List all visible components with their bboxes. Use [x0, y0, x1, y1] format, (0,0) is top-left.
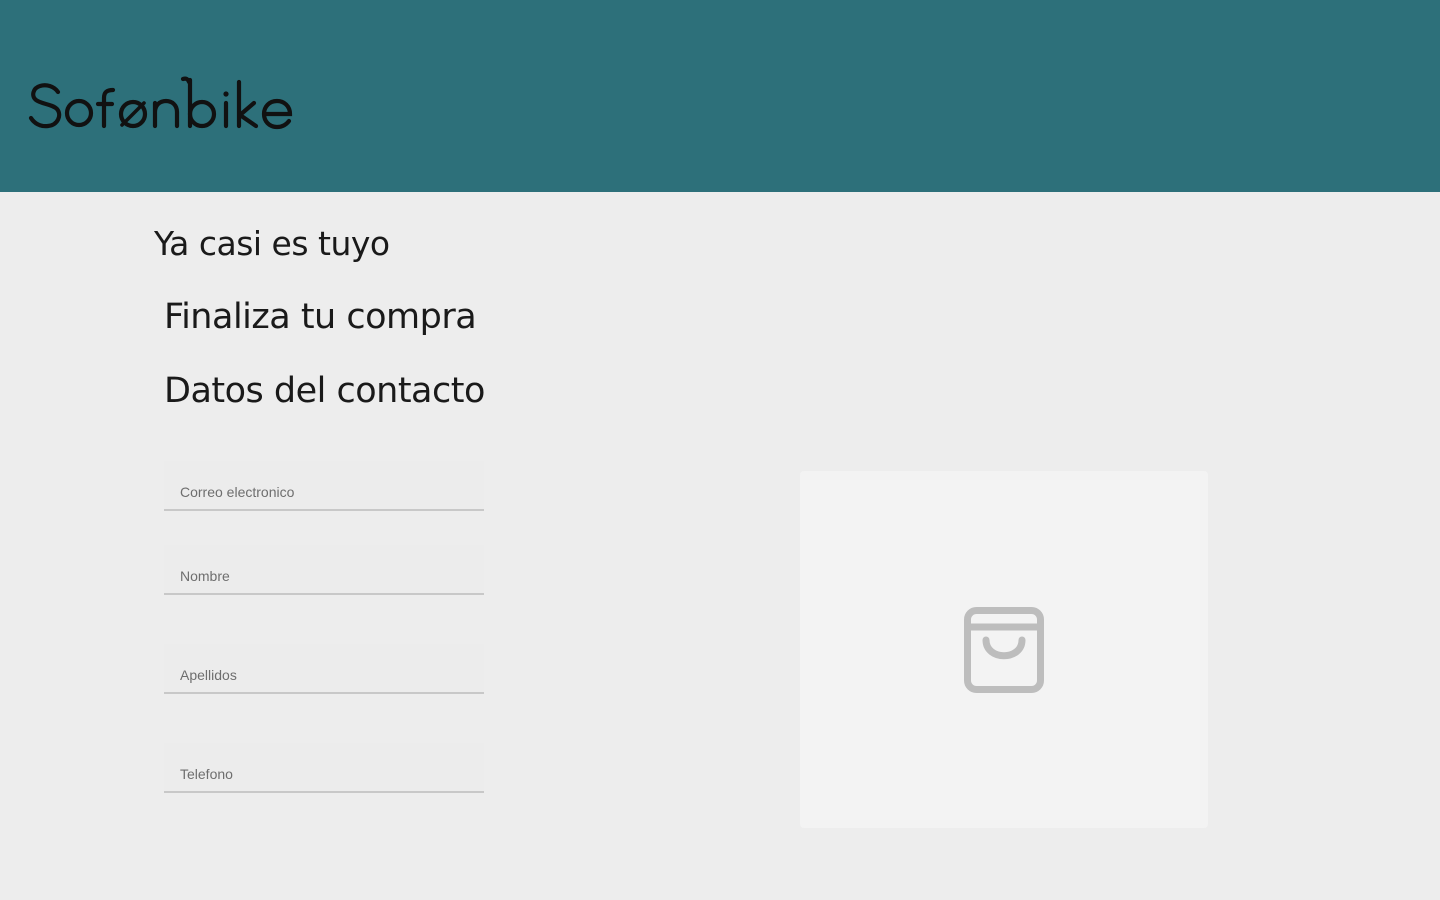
last-name-input[interactable] — [164, 644, 484, 692]
brand-logo[interactable] — [28, 70, 298, 136]
contact-section-title: Datos del contacto — [164, 371, 485, 411]
phone-field — [164, 743, 484, 793]
page-title: Finaliza tu compra — [164, 297, 477, 337]
last-name-field — [164, 644, 484, 694]
phone-input[interactable] — [164, 743, 484, 791]
checkout-eyebrow: Ya casi es tuyo — [154, 224, 390, 263]
first-name-field — [164, 545, 484, 595]
shopping-bag-icon — [964, 607, 1044, 693]
logo-wordmark — [28, 76, 293, 130]
site-header — [0, 0, 1440, 192]
first-name-input[interactable] — [164, 545, 484, 593]
email-input[interactable] — [164, 461, 484, 509]
email-field — [164, 461, 484, 511]
cart-summary-panel — [800, 471, 1208, 828]
